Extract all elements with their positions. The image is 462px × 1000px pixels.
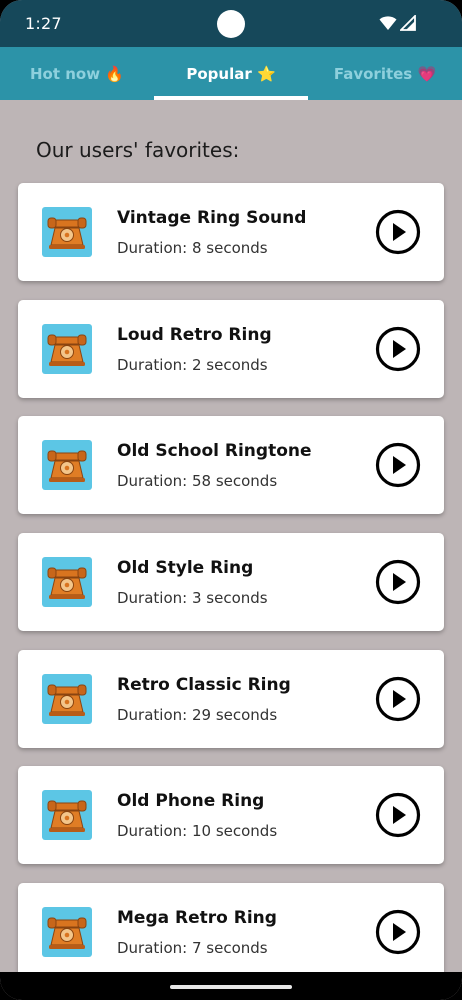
- tab-hot-now-label: Hot now 🔥: [30, 64, 124, 83]
- ringtone-card[interactable]: Loud Retro Ring Duration: 2 seconds: [18, 299, 444, 398]
- ringtone-list: Vintage Ring Sound Duration: 8 seconds L…: [18, 183, 444, 972]
- ringtone-duration: Duration: 10 seconds: [117, 822, 278, 841]
- status-icons: [379, 13, 416, 35]
- play-button[interactable]: [375, 442, 421, 488]
- retro-phone-icon: [42, 440, 92, 491]
- ringtone-title: Loud Retro Ring: [117, 324, 272, 345]
- tab-favorites[interactable]: Favorites 💗: [308, 47, 462, 100]
- ringtone-card[interactable]: Old Style Ring Duration: 3 seconds: [18, 533, 444, 632]
- ringtone-duration: Duration: 29 seconds: [117, 705, 278, 724]
- play-button[interactable]: [375, 559, 421, 605]
- navigation-bar: [0, 972, 462, 1000]
- play-button[interactable]: [375, 209, 421, 255]
- play-icon: [375, 793, 421, 838]
- ringtone-title: Old Style Ring: [117, 558, 254, 579]
- play-icon: [375, 676, 421, 721]
- tab-favorites-label: Favorites 💗: [333, 64, 437, 83]
- ringtone-duration: Duration: 3 seconds: [117, 589, 268, 608]
- ringtone-title: Retro Classic Ring: [117, 674, 291, 695]
- play-icon: [375, 559, 421, 605]
- play-icon: [375, 209, 421, 255]
- section-title: Our users' favorites:: [36, 138, 240, 162]
- status-bar: 1:27: [0, 0, 462, 47]
- retro-phone-icon: [42, 207, 92, 257]
- play-icon: [375, 326, 421, 371]
- ringtone-title: Old Phone Ring: [117, 791, 265, 812]
- ringtone-card[interactable]: Mega Retro Ring Duration: 7 seconds: [18, 883, 444, 972]
- phone-screen: 1:27 Hot now 🔥 Popular ⭐ Favorites 💗 Our…: [0, 0, 462, 1000]
- play-icon: [375, 910, 421, 955]
- ringtone-duration: Duration: 7 seconds: [117, 939, 268, 958]
- retro-phone-icon: [42, 557, 92, 608]
- retro-phone-icon: [42, 790, 92, 841]
- retro-phone-icon: [42, 907, 92, 958]
- tab-hot-now[interactable]: Hot now 🔥: [0, 47, 154, 100]
- play-button[interactable]: [375, 792, 421, 838]
- play-icon: [375, 443, 421, 488]
- cell-signal-icon: [398, 13, 416, 35]
- tab-popular[interactable]: Popular ⭐: [154, 47, 308, 100]
- home-gesture-handle[interactable]: [170, 985, 292, 989]
- ringtone-card[interactable]: Old Phone Ring Duration: 10 seconds: [18, 766, 444, 865]
- front-camera: [217, 10, 245, 38]
- ringtone-card[interactable]: Vintage Ring Sound Duration: 8 seconds: [18, 183, 444, 281]
- ringtone-card[interactable]: Old School Ringtone Duration: 58 seconds: [18, 416, 444, 515]
- play-button[interactable]: [375, 909, 421, 955]
- ringtone-list-container[interactable]: Our users' favorites: Vintage Ring Sound…: [0, 100, 462, 972]
- ringtone-title: Mega Retro Ring: [117, 908, 277, 929]
- ringtone-duration: Duration: 2 seconds: [117, 355, 268, 374]
- play-button[interactable]: [375, 326, 421, 372]
- wifi-icon: [379, 15, 397, 35]
- retro-phone-icon: [42, 323, 92, 374]
- retro-phone-icon: [42, 673, 92, 724]
- status-time: 1:27: [25, 14, 62, 33]
- ringtone-duration: Duration: 58 seconds: [117, 472, 278, 491]
- ringtone-title: Vintage Ring Sound: [117, 208, 307, 228]
- ringtone-title: Old School Ringtone: [117, 441, 312, 462]
- ringtone-card[interactable]: Retro Classic Ring Duration: 29 seconds: [18, 649, 444, 748]
- tab-bar: Hot now 🔥 Popular ⭐ Favorites 💗: [0, 47, 462, 100]
- tab-popular-label: Popular ⭐: [186, 64, 276, 83]
- ringtone-duration: Duration: 8 seconds: [117, 239, 268, 257]
- play-button[interactable]: [375, 676, 421, 722]
